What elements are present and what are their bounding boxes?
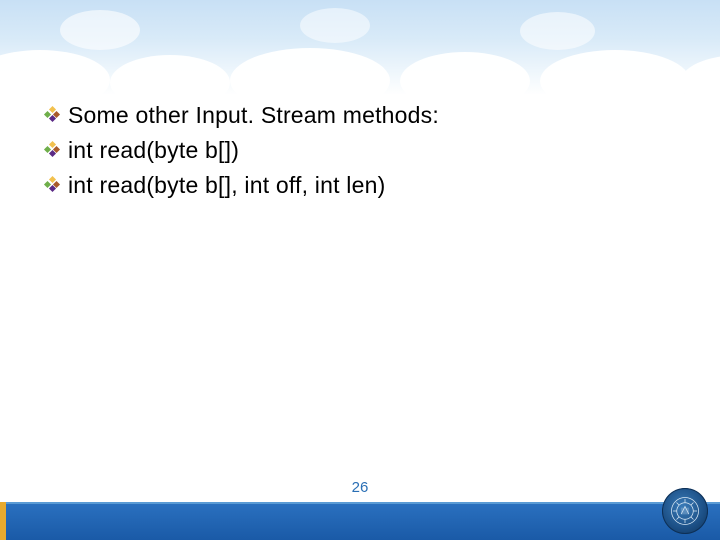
bullet-item: int read(byte b[], int off, int len) <box>46 170 680 201</box>
page-number: 26 <box>0 479 720 496</box>
diamond-bullet-icon <box>46 178 58 190</box>
university-seal-icon <box>662 488 708 534</box>
footer-bar <box>0 502 720 540</box>
cloud-decoration <box>540 50 690 95</box>
cloud-decoration <box>230 48 390 95</box>
slide-content: Some other Input. Stream methods: int re… <box>46 100 680 205</box>
bullet-text: int read(byte b[]) <box>68 135 239 166</box>
bullet-text: Some other Input. Stream methods: <box>68 100 439 131</box>
diamond-bullet-icon <box>46 143 58 155</box>
footer-accent <box>0 502 6 540</box>
bullet-item: int read(byte b[]) <box>46 135 680 166</box>
sky-background <box>0 0 720 95</box>
cloud-decoration <box>680 55 720 95</box>
bullet-text: int read(byte b[], int off, int len) <box>68 170 385 201</box>
cloud-decoration <box>300 8 370 43</box>
bullet-item: Some other Input. Stream methods: <box>46 100 680 131</box>
cloud-decoration <box>520 12 595 50</box>
cloud-decoration <box>110 55 230 95</box>
cloud-decoration <box>60 10 140 50</box>
cloud-decoration <box>400 52 530 95</box>
diamond-bullet-icon <box>46 108 58 120</box>
cloud-decoration <box>0 50 110 95</box>
